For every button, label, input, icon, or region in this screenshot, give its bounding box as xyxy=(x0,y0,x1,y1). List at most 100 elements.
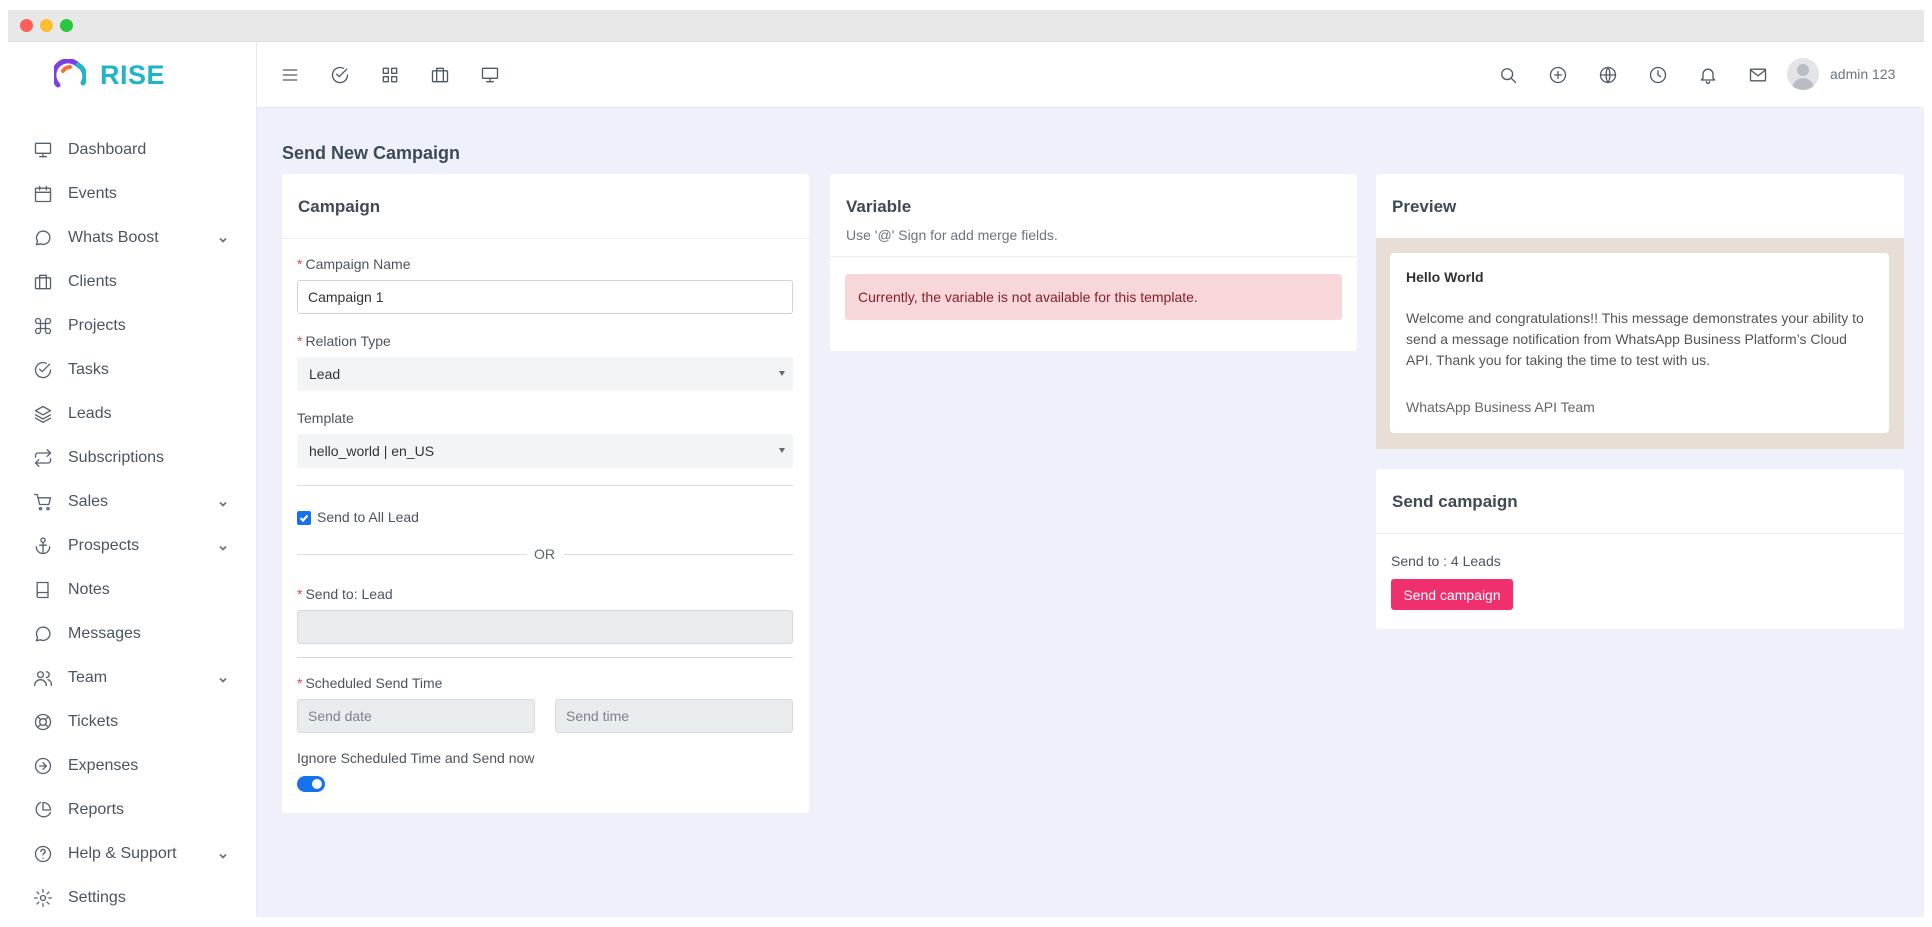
divider xyxy=(282,238,809,239)
chevron-down-icon xyxy=(218,496,228,507)
layers-icon xyxy=(32,403,54,425)
sidebar-item-label: Settings xyxy=(68,889,126,906)
sidebar-item-settings[interactable]: Settings xyxy=(8,876,256,917)
sidebar-item-dashboard[interactable]: Dashboard xyxy=(8,128,256,172)
variable-card-subtitle: Use '@' Sign for add merge fields. xyxy=(846,227,1058,243)
cart-icon xyxy=(32,491,54,513)
relation-type-label: * Relation Type xyxy=(297,333,391,349)
divider xyxy=(564,554,793,555)
page-title: Send New Campaign xyxy=(282,143,461,163)
caret-down-icon xyxy=(779,448,785,453)
book-icon xyxy=(32,579,54,601)
repeat-icon xyxy=(32,447,54,469)
help-circle-icon xyxy=(32,843,54,865)
sidebar-menu: Dashboard Events Whats Boost Clients Pro… xyxy=(8,128,256,917)
minimize-window-button[interactable] xyxy=(40,19,53,32)
message-body: Welcome and congratulations!! This messa… xyxy=(1406,310,1864,368)
mail-icon[interactable] xyxy=(1746,63,1770,87)
sidebar-item-help-support[interactable]: Help & Support xyxy=(8,832,256,876)
sidebar-item-label: Help & Support xyxy=(68,845,177,862)
sidebar-item-label: Expenses xyxy=(68,757,139,774)
username[interactable]: admin 123 xyxy=(1830,66,1895,82)
send-now-toggle[interactable] xyxy=(297,776,325,792)
send-to-count: Send to : 4 Leads xyxy=(1391,553,1501,569)
monitor-icon[interactable] xyxy=(478,63,502,87)
template-select[interactable]: hello_world | en_US xyxy=(297,434,793,468)
send-time-input[interactable]: Send time xyxy=(555,699,793,733)
rise-logo-icon xyxy=(54,59,86,88)
sidebar-item-sales[interactable]: Sales xyxy=(8,480,256,524)
message-footer: WhatsApp Business API Team xyxy=(1406,399,1595,415)
send-date-input[interactable]: Send date xyxy=(297,699,535,733)
close-window-button[interactable] xyxy=(20,19,33,32)
sidebar-item-label: Whats Boost xyxy=(68,229,159,246)
sidebar-item-messages[interactable]: Messages xyxy=(8,612,256,656)
sidebar-item-label: Reports xyxy=(68,801,125,818)
sidebar-item-tickets[interactable]: Tickets xyxy=(8,700,256,744)
grid-icon[interactable] xyxy=(378,63,402,87)
send-to-all-checkbox[interactable] xyxy=(297,511,311,525)
arrow-right-circle-icon xyxy=(32,755,54,777)
sidebar-item-label: Tasks xyxy=(68,361,109,378)
sidebar-item-tasks[interactable]: Tasks xyxy=(8,348,256,392)
relation-type-select[interactable]: Lead xyxy=(297,357,793,391)
brand-logo[interactable]: RISE xyxy=(54,59,165,91)
message-header: Hello World xyxy=(1406,269,1484,285)
sidebar-item-team[interactable]: Team xyxy=(8,656,256,700)
avatar[interactable] xyxy=(1787,58,1819,90)
sidebar-item-label: Sales xyxy=(68,493,109,510)
send-campaign-card-title: Send campaign xyxy=(1392,492,1518,511)
sidebar-item-label: Clients xyxy=(68,273,117,290)
sidebar-item-label: Leads xyxy=(68,405,112,422)
menu-icon[interactable] xyxy=(278,63,302,87)
sidebar-item-whats-boost[interactable]: Whats Boost xyxy=(8,216,256,260)
window-titlebar xyxy=(8,10,1924,42)
sidebar: RISE Dashboard Events Whats Boost Client… xyxy=(8,42,257,917)
send-campaign-button[interactable]: Send campaign xyxy=(1391,579,1513,610)
campaign-name-label: * Campaign Name xyxy=(297,256,411,272)
check-circle-icon[interactable] xyxy=(328,63,352,87)
sidebar-item-label: Tickets xyxy=(68,713,119,730)
relation-type-value: Lead xyxy=(309,366,341,382)
sidebar-item-label: Prospects xyxy=(68,537,140,554)
sidebar-item-leads[interactable]: Leads xyxy=(8,392,256,436)
send-to-label: * Send to: Lead xyxy=(297,586,393,602)
ignore-scheduled-label: Ignore Scheduled Time and Send now xyxy=(297,750,535,766)
sidebar-item-label: Subscriptions xyxy=(68,449,165,466)
clock-icon[interactable] xyxy=(1646,63,1670,87)
campaign-card: Campaign * Campaign Name Campaign 1 * Rela… xyxy=(282,174,809,813)
briefcase-icon[interactable] xyxy=(428,63,452,87)
app-window: RISE Dashboard Events Whats Boost Client… xyxy=(8,10,1924,917)
chevron-down-icon xyxy=(218,540,228,551)
plus-circle-icon[interactable] xyxy=(1546,63,1570,87)
users-icon xyxy=(32,667,54,689)
send-campaign-card: Send campaign Send to : 4 Leads Send cam… xyxy=(1376,469,1904,629)
command-icon xyxy=(32,315,54,337)
chevron-down-icon xyxy=(218,232,228,243)
sidebar-item-clients[interactable]: Clients xyxy=(8,260,256,304)
campaign-name-input[interactable]: Campaign 1 xyxy=(297,280,793,314)
globe-icon[interactable] xyxy=(1596,63,1620,87)
caret-down-icon xyxy=(779,371,785,376)
anchor-icon xyxy=(32,535,54,557)
sidebar-item-label: Dashboard xyxy=(68,141,147,158)
settings-icon xyxy=(32,887,54,909)
briefcase-icon xyxy=(32,271,54,293)
sidebar-item-projects[interactable]: Projects xyxy=(8,304,256,348)
sidebar-item-events[interactable]: Events xyxy=(8,172,256,216)
calendar-icon xyxy=(32,183,54,205)
sidebar-item-subscriptions[interactable]: Subscriptions xyxy=(8,436,256,480)
send-to-lead-input[interactable] xyxy=(297,610,793,644)
search-icon[interactable] xyxy=(1496,63,1520,87)
maximize-window-button[interactable] xyxy=(60,19,73,32)
sidebar-item-prospects[interactable]: Prospects xyxy=(8,524,256,568)
template-label: Template xyxy=(297,410,354,426)
sidebar-item-label: Team xyxy=(68,669,108,686)
sidebar-item-expenses[interactable]: Expenses xyxy=(8,744,256,788)
sidebar-item-reports[interactable]: Reports xyxy=(8,788,256,832)
divider xyxy=(297,657,793,658)
sidebar-item-notes[interactable]: Notes xyxy=(8,568,256,612)
template-value: hello_world | en_US xyxy=(309,443,435,459)
bell-icon[interactable] xyxy=(1696,63,1720,87)
send-to-all-label[interactable]: Send to All Lead xyxy=(317,509,419,525)
